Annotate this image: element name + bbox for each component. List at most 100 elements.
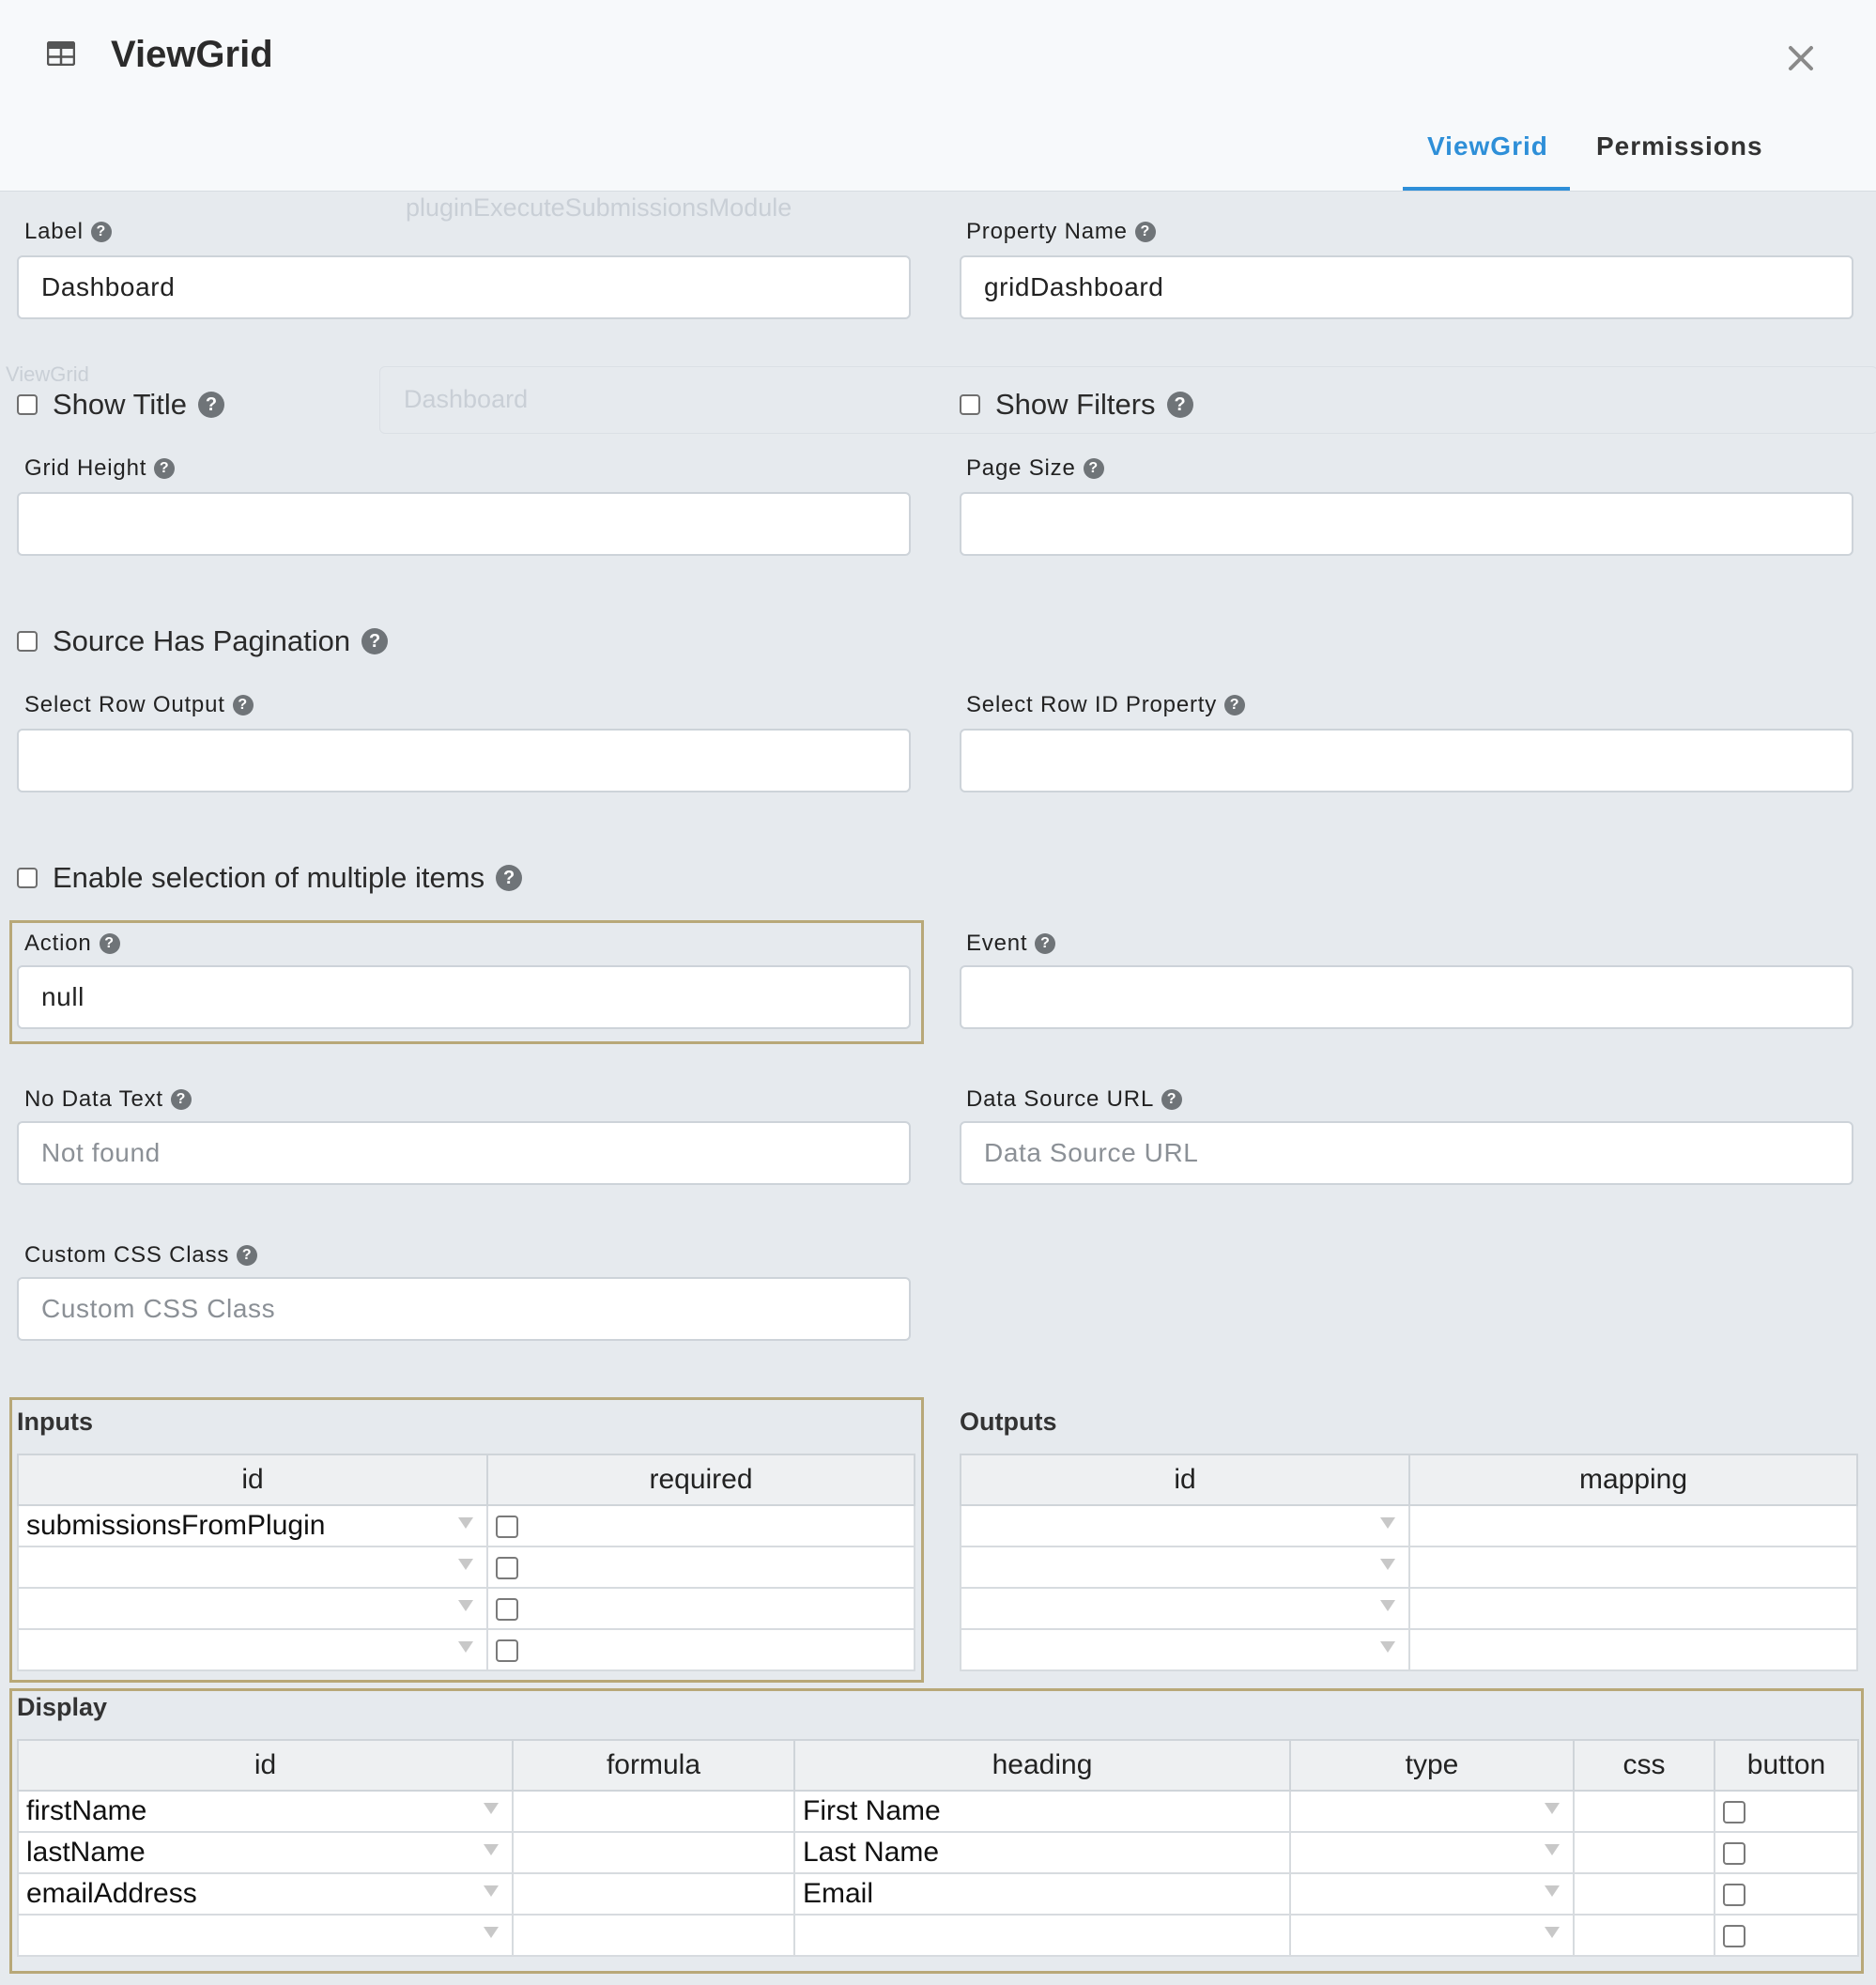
select-row-id-input[interactable] [960,729,1853,792]
column-header[interactable]: css [1573,1739,1715,1792]
question-circle-icon[interactable]: ? [361,628,389,654]
chevron-down-icon[interactable] [458,1600,473,1611]
column-header[interactable]: button [1714,1739,1859,1792]
css-cell[interactable] [1573,1872,1715,1916]
mapping-cell[interactable] [1408,1504,1858,1547]
column-header[interactable]: heading [793,1739,1291,1792]
id-cell[interactable] [960,1587,1410,1630]
question-circle-icon[interactable]: ? [496,865,523,891]
question-circle-icon[interactable]: ? [237,1245,258,1266]
custom-css-input[interactable]: Custom CSS Class [17,1277,911,1341]
id-cell[interactable] [960,1546,1410,1589]
id-cell[interactable] [17,1587,488,1630]
event-input[interactable] [960,965,1853,1029]
column-header[interactable]: mapping [1408,1454,1858,1506]
css-cell[interactable] [1573,1831,1715,1874]
chevron-down-icon[interactable] [484,1885,499,1897]
data-source-url-input[interactable]: Data Source URL [960,1121,1853,1185]
type-cell[interactable] [1289,1790,1575,1833]
chevron-down-icon[interactable] [484,1927,499,1938]
close-icon[interactable] [1782,39,1820,77]
chevron-down-icon[interactable] [1380,1600,1395,1611]
select-row-output-input[interactable] [17,729,911,792]
id-cell[interactable] [17,1914,514,1957]
question-circle-icon[interactable]: ? [1083,458,1104,479]
question-circle-icon[interactable]: ? [232,695,254,716]
question-circle-icon[interactable]: ? [1224,695,1246,716]
heading-cell[interactable] [793,1914,1291,1957]
formula-cell[interactable] [512,1831,795,1874]
grid-height-input[interactable] [17,492,911,556]
id-cell[interactable] [17,1546,488,1589]
chevron-down-icon[interactable] [1545,1927,1560,1938]
required-cell [486,1504,915,1547]
question-circle-icon[interactable]: ? [90,222,112,242]
required-checkbox[interactable] [496,1598,518,1622]
chevron-down-icon[interactable] [1380,1559,1395,1570]
label-input[interactable]: Dashboard [17,255,911,319]
no-data-text-input[interactable]: Not found [17,1121,911,1185]
question-circle-icon[interactable]: ? [99,933,120,954]
question-circle-icon[interactable]: ? [170,1089,192,1110]
chevron-down-icon[interactable] [1380,1517,1395,1529]
mapping-cell[interactable] [1408,1546,1858,1589]
button-checkbox[interactable] [1723,1925,1745,1948]
id-cell[interactable]: lastName [17,1831,514,1874]
type-cell[interactable] [1289,1872,1575,1916]
chevron-down-icon[interactable] [484,1803,499,1814]
heading-cell[interactable]: Email [793,1872,1291,1916]
show-title-checkbox[interactable] [17,394,38,415]
source-pagination-checkbox[interactable] [17,631,38,652]
question-circle-icon[interactable]: ? [1161,1089,1183,1110]
type-cell[interactable] [1289,1914,1575,1957]
heading-cell[interactable]: Last Name [793,1831,1291,1874]
formula-cell[interactable] [512,1914,795,1957]
chevron-down-icon[interactable] [1545,1844,1560,1855]
button-checkbox[interactable] [1723,1842,1745,1866]
chevron-down-icon[interactable] [1380,1641,1395,1653]
column-header[interactable]: type [1289,1739,1575,1792]
id-cell[interactable]: firstName [17,1790,514,1833]
required-checkbox[interactable] [496,1516,518,1539]
multi-select-checkbox[interactable] [17,868,38,888]
required-checkbox[interactable] [496,1639,518,1663]
question-circle-icon[interactable]: ? [1166,392,1193,418]
action-input[interactable]: null [17,965,911,1029]
tab-viewgrid[interactable]: ViewGrid [1427,131,1548,162]
chevron-down-icon[interactable] [1545,1885,1560,1897]
css-cell[interactable] [1573,1914,1715,1957]
question-circle-icon[interactable]: ? [1134,222,1156,242]
chevron-down-icon[interactable] [484,1844,499,1855]
chevron-down-icon[interactable] [458,1641,473,1653]
heading-cell[interactable]: First Name [793,1790,1291,1833]
id-cell[interactable]: submissionsFromPlugin [17,1504,488,1547]
chevron-down-icon[interactable] [458,1517,473,1529]
column-header[interactable]: id [17,1739,514,1792]
required-checkbox[interactable] [496,1557,518,1580]
page-size-input[interactable] [960,492,1853,556]
question-circle-icon[interactable]: ? [198,392,225,418]
type-cell[interactable] [1289,1831,1575,1874]
button-checkbox[interactable] [1723,1884,1745,1907]
mapping-cell[interactable] [1408,1587,1858,1630]
show-filters-checkbox[interactable] [960,394,980,415]
column-header[interactable]: id [17,1454,488,1506]
question-circle-icon[interactable]: ? [1035,933,1056,954]
css-cell[interactable] [1573,1790,1715,1833]
mapping-cell[interactable] [1408,1628,1858,1671]
formula-cell[interactable] [512,1872,795,1916]
column-header[interactable]: required [486,1454,915,1506]
id-cell[interactable] [960,1504,1410,1547]
chevron-down-icon[interactable] [458,1559,473,1570]
id-cell[interactable]: emailAddress [17,1872,514,1916]
column-header[interactable]: id [960,1454,1410,1506]
id-cell[interactable] [17,1628,488,1671]
question-circle-icon[interactable]: ? [154,458,176,479]
property-name-input[interactable]: gridDashboard [960,255,1853,319]
chevron-down-icon[interactable] [1545,1803,1560,1814]
formula-cell[interactable] [512,1790,795,1833]
tab-permissions[interactable]: Permissions [1596,131,1763,162]
id-cell[interactable] [960,1628,1410,1671]
column-header[interactable]: formula [512,1739,795,1792]
button-checkbox[interactable] [1723,1801,1745,1824]
